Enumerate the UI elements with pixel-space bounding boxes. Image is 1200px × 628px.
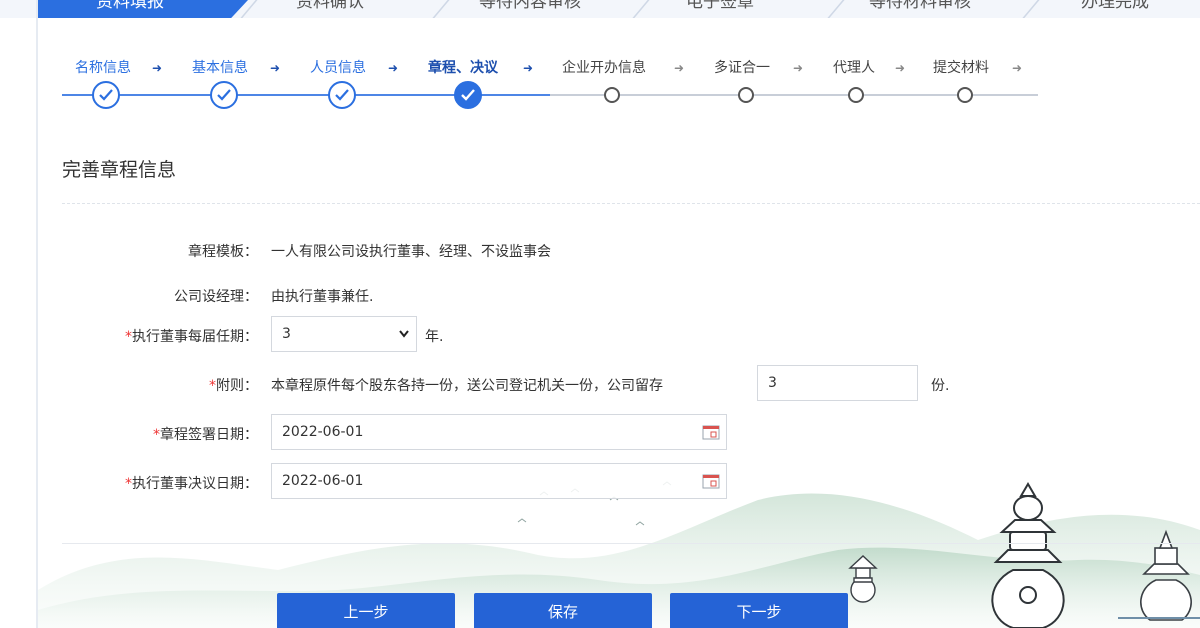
term-label: *执行董事每届任期： [60, 326, 258, 346]
appendix-text: 本章程原件每个股东各持一份，送公司登记机关一份，公司留存 [271, 378, 663, 394]
check-icon [461, 89, 475, 101]
step-personnel-info[interactable]: 人员信息 [310, 58, 366, 78]
chevron-down-icon [399, 330, 409, 338]
step-node-current [454, 81, 482, 109]
step-multi-license: 多证合一 [714, 60, 770, 76]
resolution-date-label-text: 执行董事决议日期： [132, 476, 258, 492]
top-tab-confirm[interactable]: 资料确认 [240, 0, 420, 18]
appendix-copies-input[interactable]: 3 [757, 365, 918, 401]
appendix-label: *附则： [60, 375, 258, 395]
appendix-label-text: 附则： [216, 378, 258, 394]
step-node-todo [848, 87, 864, 103]
top-tab-complete[interactable]: 办理完成 [1030, 0, 1200, 18]
resolution-date-value: 2022-06-01 [282, 473, 364, 489]
step-charter-resolution[interactable]: 章程、决议 [428, 58, 498, 78]
term-select[interactable]: 3 [271, 316, 417, 352]
term-label-text: 执行董事每届任期： [132, 329, 258, 345]
sign-date-input[interactable]: 2022-06-01 [271, 414, 727, 450]
sign-date-value: 2022-06-01 [282, 424, 364, 440]
calendar-icon [702, 425, 720, 440]
term-unit: 年. [425, 329, 444, 345]
step-arrow-icon: ➜ [523, 61, 534, 75]
required-mark: * [209, 378, 216, 394]
check-icon [217, 89, 231, 101]
step-arrow-icon: ➜ [270, 61, 281, 75]
resolution-date-label: *执行董事决议日期： [60, 473, 258, 493]
step-arrow-icon: ➜ [674, 61, 685, 75]
resolution-date-input[interactable]: 2022-06-01 [271, 463, 727, 499]
sign-date-label: *章程签署日期： [60, 424, 258, 444]
step-arrow-icon: ➜ [388, 61, 399, 75]
save-button[interactable]: 保存 [474, 593, 652, 628]
top-tab-esign[interactable]: 电子签章 [630, 0, 810, 18]
template-label: 章程模板： [188, 244, 258, 260]
top-tab-material-review[interactable]: 等待材料审核 [820, 0, 1020, 18]
required-mark: * [125, 476, 132, 492]
manager-value: 由执行董事兼任. [271, 289, 374, 305]
stepper-labels: 名称信息 ➜ 基本信息 ➜ 人员信息 ➜ 章程、决议 ➜ 企业开办信息 ➜ 多证… [0, 58, 1200, 78]
large-pagoda-icon [991, 482, 1065, 628]
section-title: 完善章程信息 [62, 159, 177, 181]
required-mark: * [125, 329, 132, 345]
term-select-value: 3 [282, 326, 291, 342]
required-mark: * [153, 427, 160, 443]
manager-label: 公司设经理： [174, 289, 258, 305]
next-step-button[interactable]: 下一步 [670, 593, 848, 628]
step-arrow-icon: ➜ [1012, 61, 1023, 75]
check-icon [335, 89, 349, 101]
step-arrow-icon: ➜ [895, 61, 906, 75]
prev-step-button[interactable]: 上一步 [277, 593, 455, 628]
step-node-done [328, 81, 356, 109]
step-node-done [210, 81, 238, 109]
top-tab-fill[interactable]: 资料填报 [40, 0, 220, 18]
step-basic-info[interactable]: 基本信息 [192, 58, 248, 78]
step-node-todo [604, 87, 620, 103]
top-tab-content-review[interactable]: 等待内容审核 [430, 0, 630, 18]
step-arrow-icon: ➜ [793, 61, 804, 75]
step-node-todo [738, 87, 754, 103]
step-enterprise-setup: 企业开办信息 [562, 60, 646, 76]
step-submit-materials: 提交材料 [933, 60, 989, 76]
appendix-copies-value: 3 [768, 375, 777, 391]
check-icon [99, 89, 113, 101]
step-node-done [92, 81, 120, 109]
step-arrow-icon: ➜ [152, 61, 163, 75]
sign-date-label-text: 章程签署日期： [160, 427, 258, 443]
footer-divider [62, 543, 1200, 544]
appendix-unit: 份. [931, 378, 950, 394]
calendar-icon [702, 474, 720, 489]
step-agent: 代理人 [833, 60, 875, 76]
top-progress-tabs: 资料填报 资料确认 等待内容审核 电子签章 等待材料审核 办理完成 [0, 0, 1200, 18]
template-value: 一人有限公司设执行董事、经理、不设监事会 [271, 244, 551, 260]
section-divider [62, 203, 1200, 204]
step-node-todo [957, 87, 973, 103]
step-name-info[interactable]: 名称信息 [75, 58, 131, 78]
